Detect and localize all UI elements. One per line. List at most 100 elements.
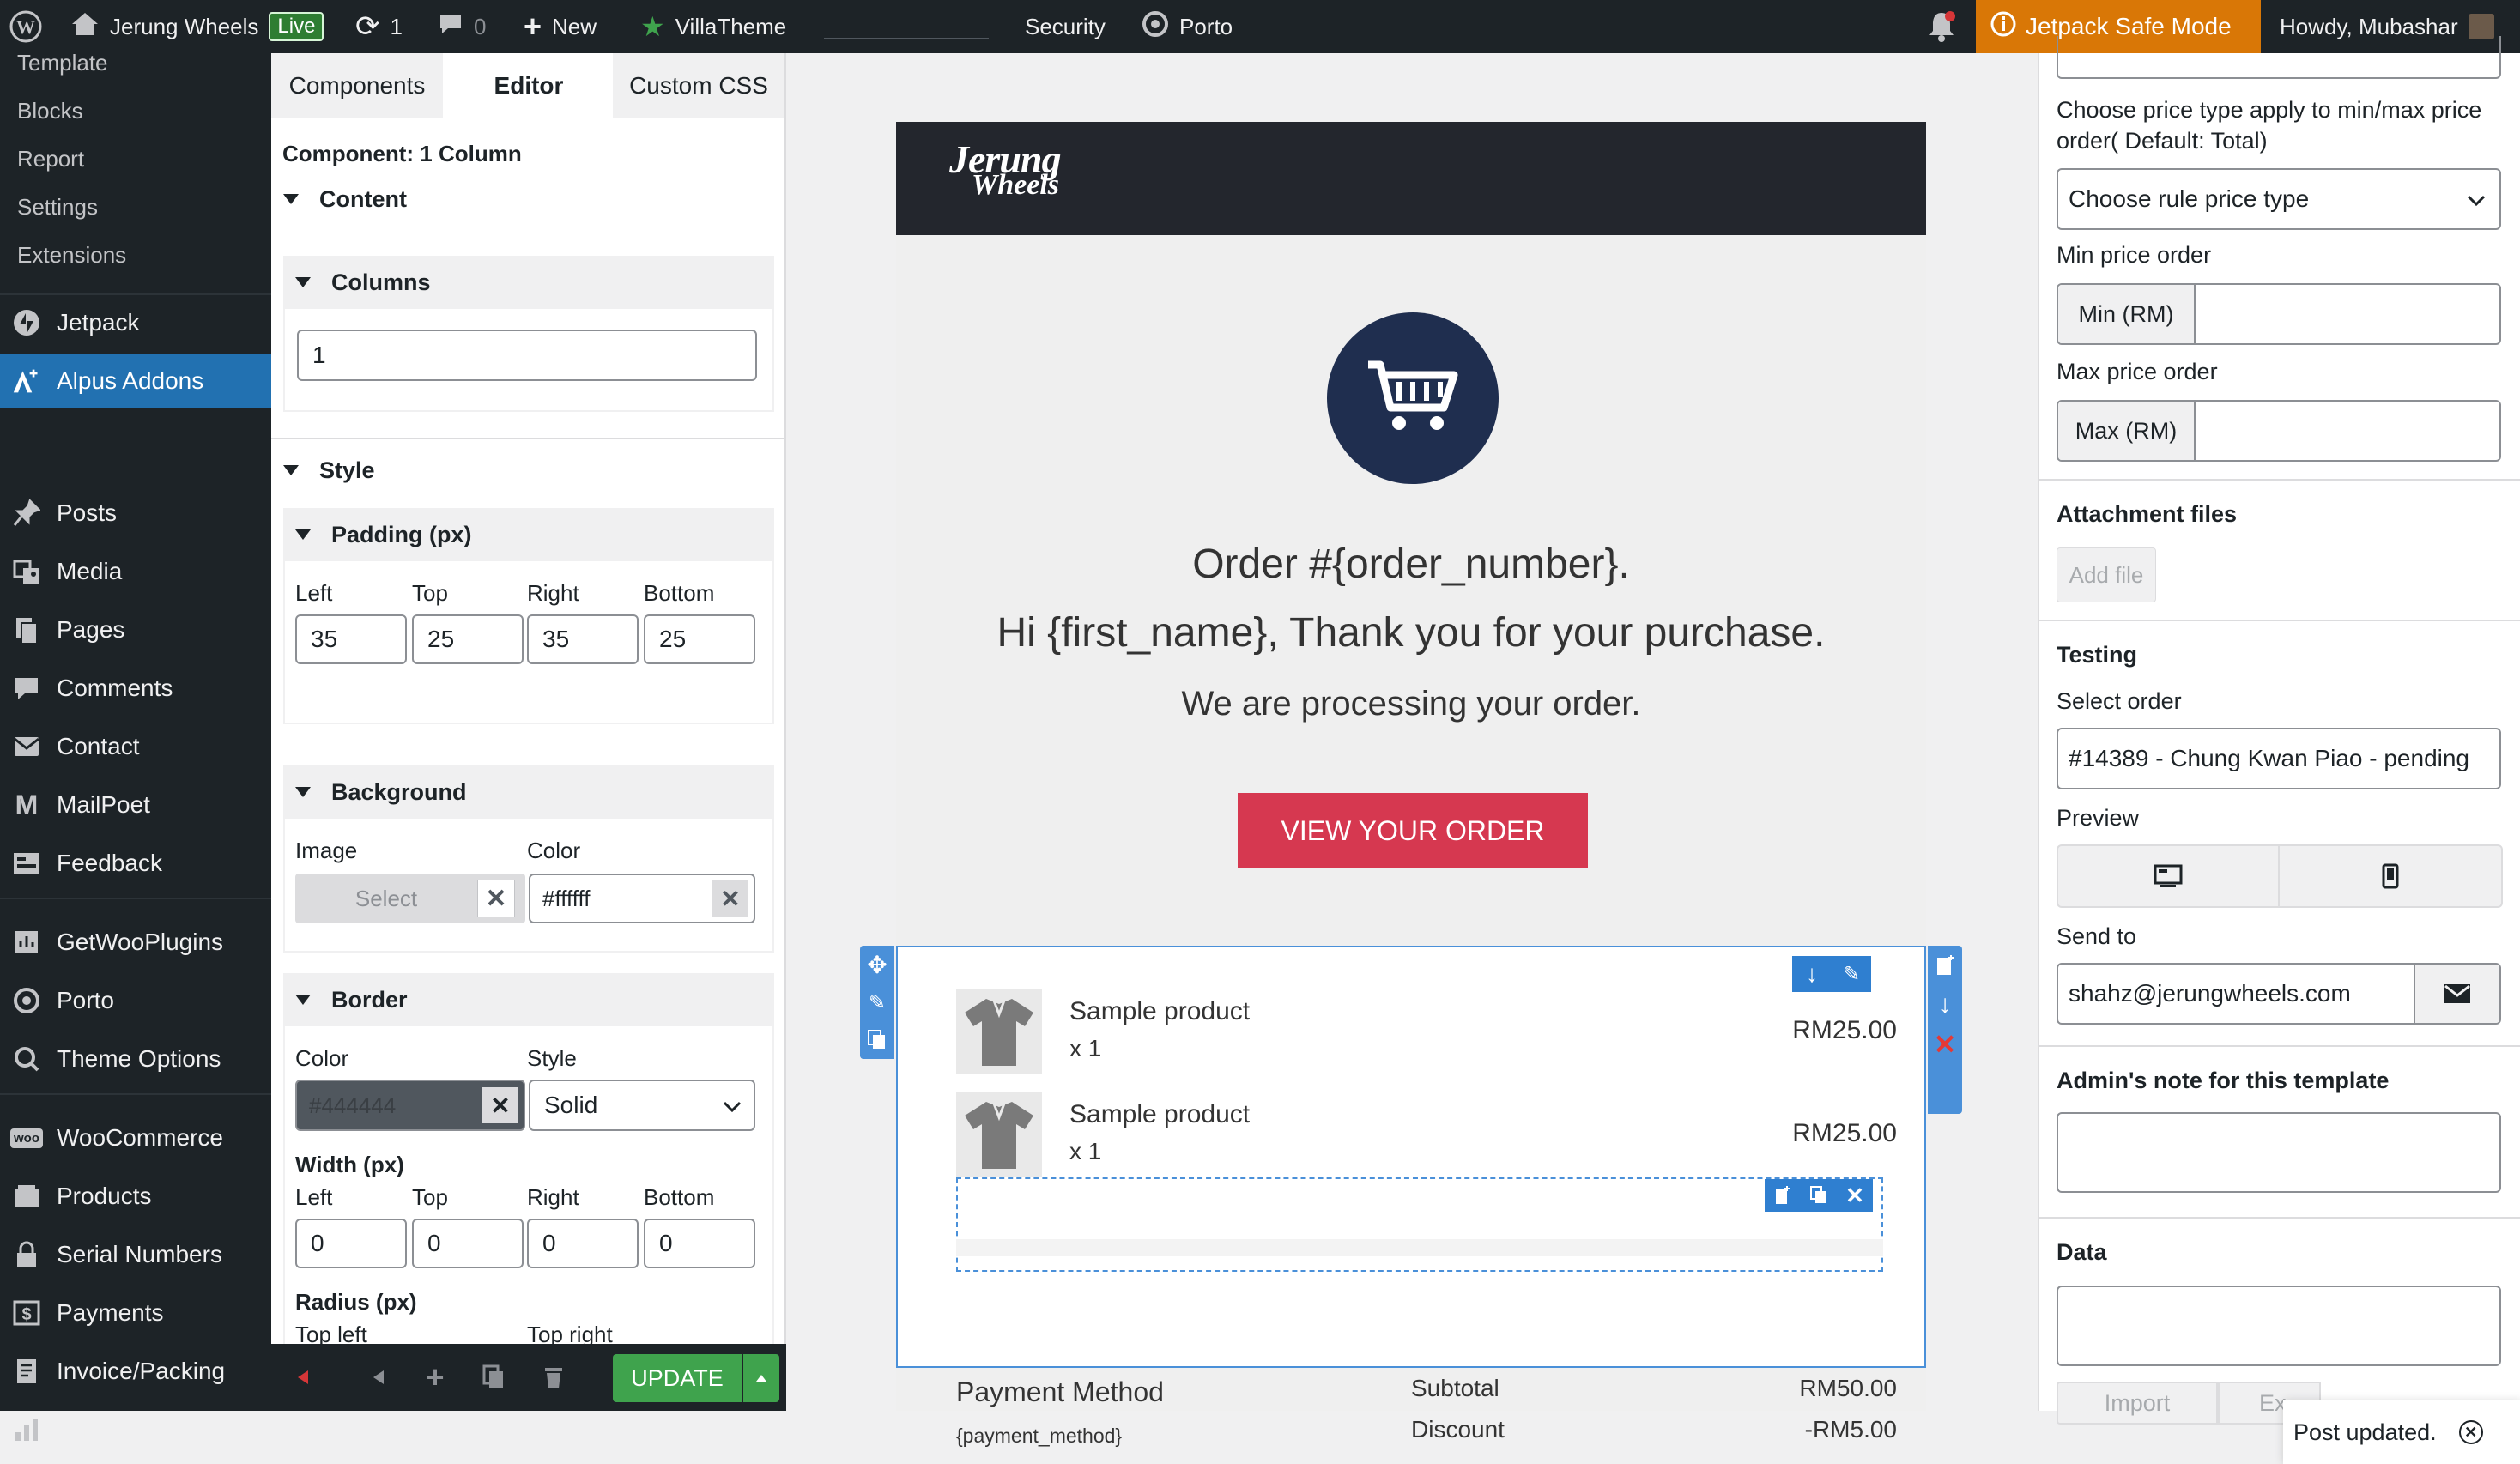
preview-mobile-button[interactable] (2280, 844, 2503, 908)
sidebar-item-feedback[interactable]: Feedback (0, 836, 271, 891)
sidebar-item-invoice-packing[interactable]: Invoice/Packing (0, 1344, 271, 1399)
component-title: Component: 1 Column (282, 141, 522, 166)
send-to-input[interactable]: shahz@jerungwheels.com (2057, 963, 2501, 1025)
comments-link[interactable]: 0 (438, 0, 486, 53)
view-order-button[interactable]: VIEW YOUR ORDER (1238, 793, 1588, 868)
add-file-button[interactable]: Add file (2057, 547, 2156, 602)
villatheme-link[interactable]: ★ VillaTheme (640, 0, 786, 53)
tab-components[interactable]: Components (271, 53, 443, 118)
sidebar-item-media[interactable]: Media (0, 544, 271, 599)
sidebar-item-alpus-addons[interactable]: Alpus Addons (0, 354, 271, 408)
copy-column-icon[interactable] (1801, 1179, 1837, 1212)
padding-bottom-input[interactable]: 25 (644, 614, 755, 664)
sidebar-item-jetpack[interactable]: Jetpack (0, 295, 271, 350)
price-type-value: Choose rule price type (2069, 185, 2310, 212)
updates-link[interactable]: ⟳ 1 (355, 0, 403, 53)
move-down-icon[interactable]: ↓ (1928, 985, 1962, 1025)
sidebar-item-payments[interactable]: $ Payments (0, 1286, 271, 1340)
content-section-toggle[interactable]: Content (283, 182, 407, 216)
security-link[interactable]: Security (1025, 0, 1106, 53)
arrow-down-icon[interactable]: ↓ (1792, 956, 1832, 992)
clear-image-icon[interactable]: ✕ (477, 880, 515, 917)
sidebar-item-contact[interactable]: Contact (0, 719, 271, 774)
edit-pencil-icon[interactable]: ✎ (860, 983, 894, 1021)
collapse-arrow-icon[interactable] (282, 1356, 324, 1399)
submenu-report[interactable]: Report (17, 146, 84, 172)
submenu-blocks[interactable]: Blocks (17, 98, 83, 124)
sidebar-item-mailpoet[interactable]: M MailPoet (0, 777, 271, 832)
update-button[interactable]: UPDATE (613, 1354, 742, 1402)
submenu-extensions[interactable]: Extensions (17, 242, 126, 269)
admin-note-textarea[interactable] (2057, 1112, 2501, 1193)
tshirt-icon (965, 999, 1033, 1066)
sidebar-item-serial-numbers[interactable]: Serial Numbers (0, 1227, 271, 1282)
tab-editor[interactable]: Editor (443, 53, 615, 118)
back-arrow-icon[interactable] (357, 1356, 400, 1399)
padding-section-toggle[interactable]: Padding (px) (283, 508, 774, 561)
sidebar-item-porto[interactable]: Porto (0, 973, 271, 1028)
image-select-button[interactable]: Select ✕ (295, 874, 525, 923)
border-style-select[interactable]: Solid (529, 1080, 755, 1131)
width-left-input[interactable]: 0 (295, 1219, 407, 1268)
add-page-icon[interactable] (1928, 946, 1962, 985)
border-color-input[interactable]: #444444 ✕ (295, 1080, 525, 1131)
tab-custom-css[interactable]: Custom CSS (613, 53, 784, 118)
sidebar-item-posts[interactable]: Posts (0, 486, 271, 541)
empty-column-placeholder[interactable] (956, 1177, 1883, 1272)
discount-label: Discount (1411, 1416, 1505, 1443)
pencil-icon[interactable]: ✎ (1832, 956, 1871, 992)
copy-icon[interactable] (472, 1356, 515, 1399)
background-section-toggle[interactable]: Background (283, 765, 774, 819)
wordpress-logo-icon[interactable]: W (9, 0, 43, 53)
width-bottom-input[interactable]: 0 (644, 1219, 755, 1268)
padding-right-input[interactable]: 35 (527, 614, 639, 664)
select-order-dropdown[interactable]: #14389 - Chung Kwan Piao - pending (2057, 728, 2501, 789)
add-content-icon[interactable] (1765, 1179, 1801, 1212)
sidebar-item-products[interactable]: Products (0, 1169, 271, 1224)
porto-link[interactable]: Porto (1142, 0, 1233, 53)
updates-count: 1 (390, 13, 403, 39)
columns-section-toggle[interactable]: Columns (283, 256, 774, 309)
data-textarea[interactable] (2057, 1286, 2501, 1366)
submenu-settings[interactable]: Settings (17, 194, 98, 221)
width-top-input[interactable]: 0 (412, 1219, 524, 1268)
sidebar-item-pages[interactable]: Pages (0, 602, 271, 657)
send-email-button[interactable] (2414, 965, 2499, 1023)
sidebar-item-woocommerce[interactable]: woo WooCommerce (0, 1110, 271, 1165)
bg-color-input[interactable]: #ffffff ✕ (529, 874, 755, 923)
delete-x-icon[interactable]: ✕ (1928, 1025, 1962, 1064)
notifications-bell-icon[interactable] (1926, 0, 1957, 53)
sidebar-item-comments[interactable]: Comments (0, 661, 271, 716)
remove-column-icon[interactable]: ✕ (1837, 1179, 1873, 1212)
width-right-input[interactable]: 0 (527, 1219, 639, 1268)
site-name-link[interactable]: Jerung Wheels Live (70, 0, 324, 53)
porto-label: Porto (1179, 13, 1233, 39)
dismiss-icon[interactable]: ✕ (2458, 1420, 2483, 1444)
clear-color-icon[interactable]: ✕ (712, 880, 748, 917)
divider (2039, 479, 2520, 481)
sidebar-item-getwooplugins[interactable]: GetWooPlugins (0, 915, 271, 970)
caret-down-icon (283, 194, 299, 204)
border-section-toggle[interactable]: Border (283, 973, 774, 1026)
selected-component[interactable] (896, 946, 1926, 1368)
price-type-select[interactable]: Choose rule price type (2057, 168, 2501, 230)
preview-desktop-button[interactable] (2057, 844, 2280, 908)
clear-border-color-icon[interactable]: ✕ (482, 1087, 518, 1123)
submenu-template[interactable]: Template (17, 50, 108, 76)
import-button[interactable]: Import (2057, 1382, 2218, 1425)
trash-icon[interactable] (532, 1356, 575, 1399)
min-price-input[interactable]: Min (RM) (2057, 283, 2501, 345)
max-price-input[interactable]: Max (RM) (2057, 400, 2501, 462)
duplicate-icon[interactable] (860, 1021, 894, 1059)
move-icon[interactable]: ✥ (860, 946, 894, 983)
add-icon[interactable]: + (414, 1356, 457, 1399)
update-options-caret-icon[interactable] (743, 1354, 779, 1402)
cut-off-input[interactable] (2057, 36, 2501, 79)
padding-top-input[interactable]: 25 (412, 614, 524, 664)
brand-logo: Jerung Wheels (949, 137, 1061, 201)
new-content-link[interactable]: + New (524, 0, 597, 53)
sidebar-item-theme-options[interactable]: Theme Options (0, 1031, 271, 1086)
columns-input[interactable]: 1 (297, 330, 757, 381)
style-section-toggle[interactable]: Style (283, 453, 375, 487)
padding-left-input[interactable]: 35 (295, 614, 407, 664)
